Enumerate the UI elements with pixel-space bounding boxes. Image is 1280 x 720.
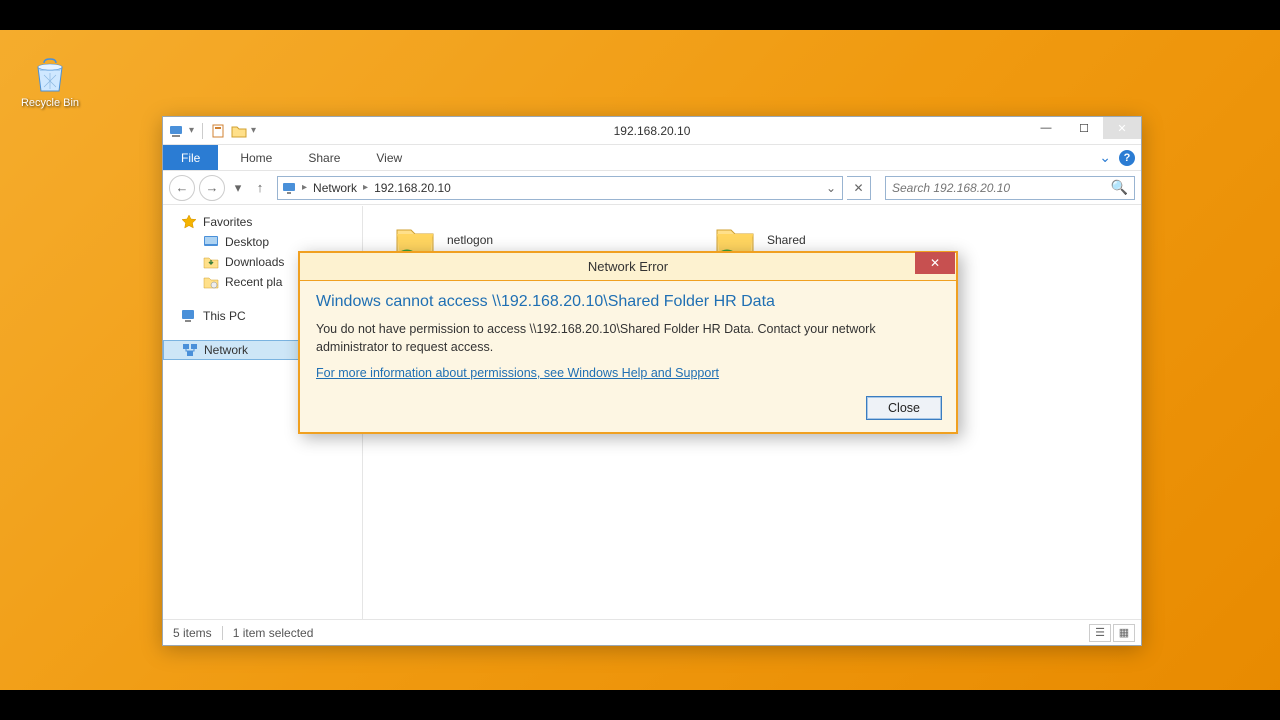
titlebar[interactable]: ▾ ▾ 192.168.20.10 — ☐ ✕ [163,117,1141,145]
new-folder-icon[interactable] [231,123,247,139]
dialog-heading: Windows cannot access \\192.168.20.10\Sh… [316,293,940,311]
recycle-bin-icon [30,55,70,95]
recent-locations-button[interactable]: ▾ [229,175,247,201]
tree-desktop-label: Desktop [225,235,269,249]
recycle-bin[interactable]: Recycle Bin [15,55,85,109]
folder-shared-label: Shared [767,233,806,247]
network-error-dialog: Network Error ✕ Windows cannot access \\… [298,251,958,434]
view-details-button[interactable]: ☰ [1089,624,1111,642]
tree-desktop[interactable]: Desktop [163,232,362,252]
status-item-count: 5 items [173,626,212,640]
back-button[interactable]: ← [169,175,195,201]
qat-separator [202,123,203,139]
properties-icon[interactable] [211,123,227,139]
tree-network-label: Network [204,343,248,357]
letterbox-top [0,0,1280,30]
nav-row: ← → ▾ ↑ ▸ Network ▸ 192.168.20.10 ⌄ ✕ 🔍 [163,171,1141,205]
minimize-button[interactable]: — [1027,117,1065,139]
letterbox-bottom [0,690,1280,720]
computer-icon [169,123,185,139]
breadcrumb-host[interactable]: 192.168.20.10 [368,181,457,195]
tab-share[interactable]: Share [290,145,358,170]
up-button[interactable]: ↑ [251,175,269,201]
search-icon[interactable]: 🔍 [1111,179,1128,196]
tree-recent-label: Recent pla [225,275,282,289]
network-location-icon [282,180,298,196]
status-bar: 5 items 1 item selected ☰ ▦ [163,619,1141,645]
tree-this-pc-label: This PC [203,309,246,323]
dialog-help-link[interactable]: For more information about permissions, … [316,366,719,380]
network-icon [182,342,198,358]
qat-dropdown-icon[interactable]: ▾ [189,125,194,136]
tab-view[interactable]: View [358,145,420,170]
address-clear-button[interactable]: ✕ [847,176,871,200]
status-selected: 1 item selected [233,626,314,640]
forward-button[interactable]: → [199,175,225,201]
desktop-icon [203,234,219,250]
this-pc-icon [181,308,197,324]
recycle-bin-label: Recycle Bin [21,97,79,109]
dialog-titlebar[interactable]: Network Error ✕ [300,253,956,281]
tab-file[interactable]: File [163,145,218,170]
dialog-close-button[interactable]: ✕ [915,252,955,274]
qat-customize-icon[interactable]: ▾ [251,125,256,136]
dialog-message: You do not have permission to access \\1… [316,321,940,356]
view-icons-button[interactable]: ▦ [1113,624,1135,642]
dialog-close-action-button[interactable]: Close [866,396,942,420]
dialog-title-text: Network Error [588,259,668,274]
tab-home[interactable]: Home [222,145,290,170]
address-dropdown-icon[interactable]: ⌄ [820,181,842,195]
ribbon: File Home Share View ⌄ ? [163,145,1141,171]
collapse-ribbon-icon[interactable]: ⌄ [1099,149,1111,166]
search-box[interactable]: 🔍 [885,176,1135,200]
tree-favorites[interactable]: Favorites [163,212,362,232]
tree-downloads-label: Downloads [225,255,284,269]
star-icon [181,214,197,230]
status-separator [222,626,223,640]
address-bar[interactable]: ▸ Network ▸ 192.168.20.10 ⌄ [277,176,843,200]
help-icon[interactable]: ? [1119,150,1135,166]
window-title: 192.168.20.10 [163,124,1141,138]
maximize-button[interactable]: ☐ [1065,117,1103,139]
folder-netlogon-label: netlogon [447,233,493,247]
breadcrumb-network[interactable]: Network [307,181,363,195]
recent-icon [203,274,219,290]
search-input[interactable] [892,181,1111,195]
downloads-icon [203,254,219,270]
tree-favorites-label: Favorites [203,215,252,229]
close-button[interactable]: ✕ [1103,117,1141,139]
